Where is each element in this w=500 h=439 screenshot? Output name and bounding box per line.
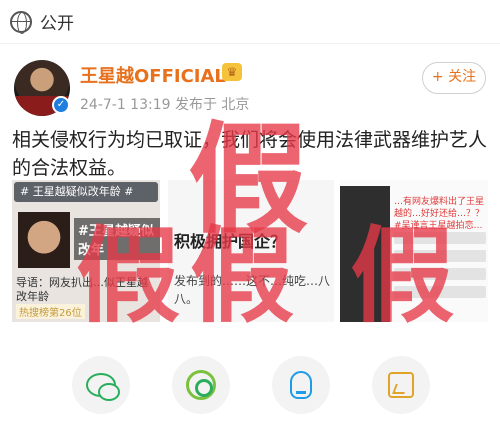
qq-icon: [290, 371, 312, 399]
face-thumbnail: [18, 212, 70, 268]
crown-icon: ♛: [222, 63, 242, 81]
media-image-right[interactable]: …有网友爆料出了王星越的…好好还给…？？ #吴谨言王星越拍恋…: [340, 180, 488, 322]
topic-tag: # 王星越疑似改年龄 #: [14, 182, 158, 202]
share-qq-button[interactable]: [272, 356, 330, 414]
save-image-icon: [388, 372, 414, 398]
author-name[interactable]: 王星越OFFICIAL: [80, 62, 226, 88]
overlay-text: #王星越疑似改年: [74, 218, 160, 260]
screenshot-text: …有网友爆料出了王星越的…好好还给…？？ #吴谨言王星越拍恋…: [394, 197, 485, 231]
wechat-icon: [86, 373, 120, 401]
visibility-label: 公开: [40, 14, 74, 34]
screenshot-rows: [394, 232, 486, 304]
moments-icon: [186, 370, 216, 400]
share-wechat-button[interactable]: [72, 356, 130, 414]
follow-button[interactable]: + 关注: [422, 62, 486, 94]
post-meta: 24-7-1 13:19 发布于 北京: [80, 97, 250, 113]
share-bar: [0, 350, 500, 420]
visibility-bar[interactable]: 公开: [0, 0, 500, 44]
post-text: 相关侵权行为均已取证，我们将会使用法律武器维护艺人的合法权益。: [12, 129, 488, 179]
screenshot-strip: [340, 186, 390, 322]
image-body-text: 发布到的……这不…纯吃…八八。: [174, 274, 331, 306]
save-image-button[interactable]: [372, 356, 430, 414]
hot-search-label: 热搜榜第26位: [16, 304, 85, 319]
post-header: ✓ 王星越OFFICIAL ♛ 24-7-1 13:19 发布于 北京 + 关注: [14, 58, 486, 118]
media-image-left[interactable]: # 王星越疑似改年龄 # #王星越疑似改年 导语：网友扒出…似王星越改年龄 热搜…: [12, 180, 160, 322]
share-moments-button[interactable]: [172, 356, 230, 414]
verified-badge-icon: ✓: [52, 96, 70, 114]
globe-icon: [10, 10, 32, 34]
media-image-middle[interactable]: 积极拥护国企？ 发布到的……这不…纯吃…八八。: [168, 180, 334, 322]
image-headline: 积极拥护国企？: [174, 232, 287, 251]
image-caption: 导语：网友扒出…似王星越改年龄: [16, 276, 148, 303]
